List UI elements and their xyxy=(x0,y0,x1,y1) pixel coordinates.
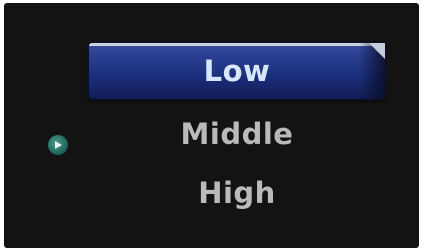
menu-screen: Low Middle High xyxy=(4,3,419,248)
option-high[interactable]: High xyxy=(89,165,385,220)
option-low[interactable]: Low xyxy=(89,43,385,99)
selection-corner-highlight xyxy=(369,43,385,59)
play-arrow-glyph xyxy=(55,141,62,149)
option-middle[interactable]: Middle xyxy=(89,106,385,161)
option-low-label: Low xyxy=(203,54,271,88)
option-middle-label: Middle xyxy=(180,116,294,151)
option-high-label: High xyxy=(198,175,276,210)
play-arrow-icon xyxy=(48,135,68,155)
